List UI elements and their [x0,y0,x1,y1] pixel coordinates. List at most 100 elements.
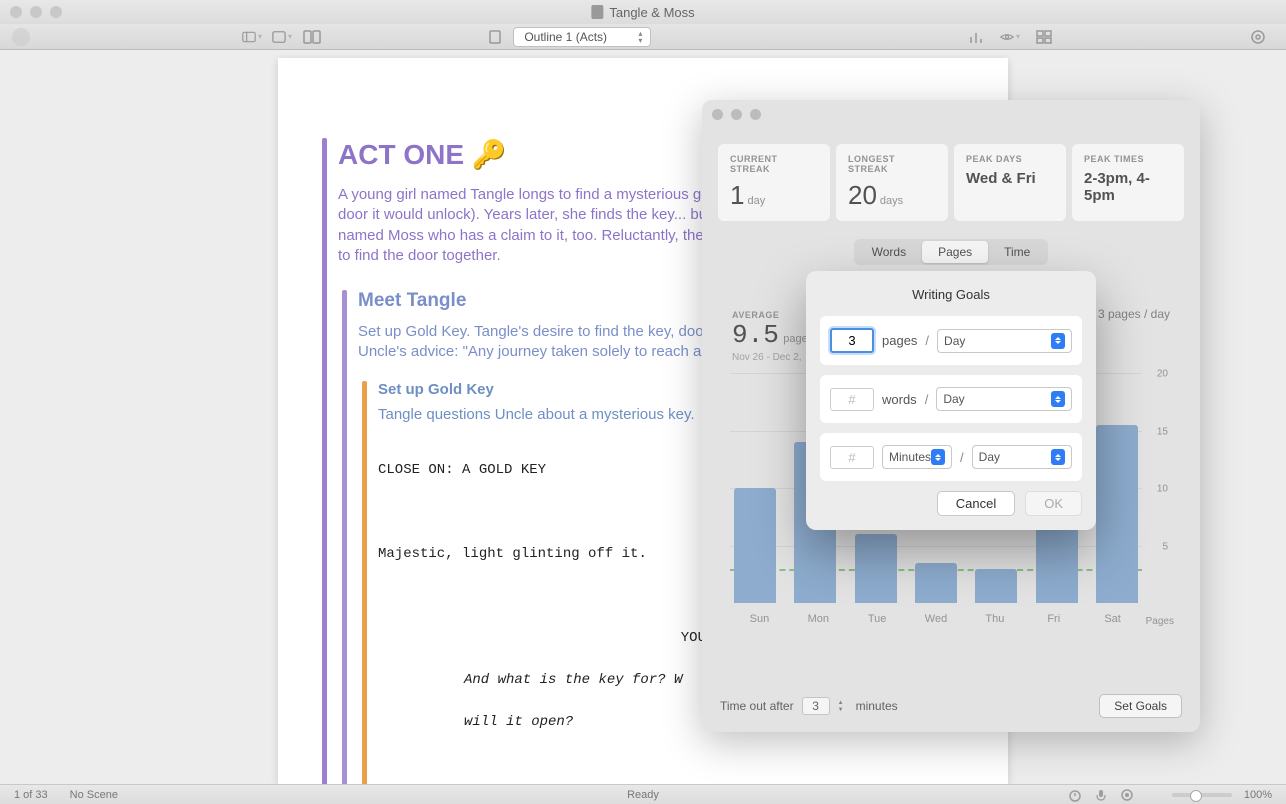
page-indicator: 1 of 33 [14,789,48,801]
document-title: Tangle & Moss [609,5,694,20]
minutes-goal-row: Minutes / Day [820,433,1082,481]
bar-sun [734,488,776,603]
seg-pages[interactable]: Pages [922,241,988,263]
window-titlebar: Tangle & Moss [0,0,1286,24]
cards-icon[interactable] [1034,29,1054,45]
modal-button-row: Cancel OK [820,491,1082,516]
target-icon[interactable] [1248,29,1268,45]
close-panel-button[interactable] [712,109,723,120]
x-tick: Wed [907,613,966,625]
outline-select-label: Outline 1 (Acts) [524,30,607,44]
pages-goal-label: pages [882,333,917,348]
minimize-window-button[interactable] [30,6,42,18]
outline-select[interactable]: Outline 1 (Acts) ▴▾ [513,27,651,47]
stat-value: Wed & Fri [966,170,1054,187]
chevron-updown-icon [1051,449,1065,465]
zoom-panel-button[interactable] [750,109,761,120]
modal-title: Writing Goals [820,287,1082,302]
words-goal-input[interactable] [830,388,874,411]
x-tick: Sat [1083,613,1142,625]
x-tick: Mon [789,613,848,625]
stat-label: LONGEST STREAK [848,154,936,174]
page-view-icon[interactable]: ▾ [272,29,292,45]
chevron-updown-icon [1051,333,1065,349]
pages-period-select[interactable]: Day [937,329,1072,353]
select-label: Day [943,392,964,406]
cancel-button[interactable]: Cancel [937,491,1015,516]
stats-titlebar [702,100,1200,128]
goal-text: 3 pages / day [1098,307,1170,321]
select-label: Day [979,450,1000,464]
words-period-select[interactable]: Day [936,387,1072,411]
select-label: Minutes [889,450,931,464]
split-view-icon[interactable] [302,29,322,45]
timeout-control: Time out after 3 ▲▼ minutes [720,697,898,715]
minutes-period-select[interactable]: Day [972,445,1072,469]
minimize-panel-button[interactable] [731,109,742,120]
metric-segmented-control: Words Pages Time [854,239,1049,265]
preview-icon[interactable]: ▾ [1000,29,1020,45]
y-tick: 15 [1157,426,1168,437]
peak-times-card: PEAK TIMES 2-3pm, 4-5pm [1072,144,1184,221]
seg-words[interactable]: Words [856,241,922,263]
window-controls [10,6,62,18]
stat-label: PEAK DAYS [966,154,1054,164]
stats-bottom-row: Time out after 3 ▲▼ minutes Set Goals [702,684,1200,732]
seg-time[interactable]: Time [988,241,1046,263]
microphone-icon[interactable] [1094,788,1108,802]
sync-icon[interactable] [1120,788,1134,802]
beat-color-bar [362,381,367,785]
current-streak-card: CURRENT STREAK 1day [718,144,830,221]
close-window-button[interactable] [10,6,22,18]
stat-label: CURRENT STREAK [730,154,818,174]
timeout-value[interactable]: 3 [802,697,830,715]
timer-icon[interactable] [1068,788,1082,802]
zoom-slider[interactable] [1172,793,1232,797]
x-tick: Sun [730,613,789,625]
timeout-label: Time out after [720,699,794,713]
words-goal-row: words / Day [820,375,1082,423]
peak-days-card: PEAK DAYS Wed & Fri [954,144,1066,221]
zoom-level: 100% [1244,789,1272,801]
collaborator-icon[interactable] [12,28,30,46]
bar-wed [915,563,957,603]
longest-streak-card: LONGEST STREAK 20days [836,144,948,221]
minutes-goal-input[interactable] [830,446,874,469]
zoom-window-button[interactable] [50,6,62,18]
slash-separator: / [960,450,964,465]
timeout-stepper[interactable]: ▲▼ [838,698,848,714]
sidebar-toggle-icon[interactable]: ▾ [242,29,262,45]
stats-icon[interactable] [966,29,986,45]
scene-indicator: No Scene [70,789,118,801]
y-tick: 10 [1157,484,1168,495]
set-goals-button[interactable]: Set Goals [1099,694,1182,718]
ok-button: OK [1025,491,1082,516]
dark-mode-icon[interactable] [1146,788,1160,802]
document-icon [591,5,603,19]
average-value: 9.5 [732,320,779,350]
y-tick: 5 [1162,541,1168,552]
stat-unit: days [880,195,903,207]
x-axis-labels: Sun Mon Tue Wed Thu Fri Sat [730,613,1142,625]
chevron-updown-icon [1051,391,1065,407]
timeout-unit: minutes [856,699,898,713]
status-bar: 1 of 33 No Scene Ready 100% [0,784,1286,804]
status-right: 100% [1068,788,1272,802]
select-label: Day [944,334,965,348]
time-unit-select[interactable]: Minutes [882,445,952,469]
slash-separator: / [925,333,929,348]
chevron-updown-icon [931,449,945,465]
tag-icon[interactable] [485,29,505,45]
stat-unit: day [747,195,765,207]
bar-sat [1096,425,1138,603]
status-left: 1 of 33 No Scene [14,789,118,801]
pages-goal-input[interactable] [830,328,874,353]
stat-cards-row: CURRENT STREAK 1day LONGEST STREAK 20day… [702,128,1200,229]
stat-value: 1 [730,180,744,210]
x-tick: Fri [1024,613,1083,625]
act-color-bar [322,138,327,784]
scene-color-bar [342,290,347,784]
words-goal-label: words [882,392,917,407]
bar-thu [975,569,1017,604]
writing-goals-modal: Writing Goals pages / Day words / Day Mi… [806,271,1096,530]
